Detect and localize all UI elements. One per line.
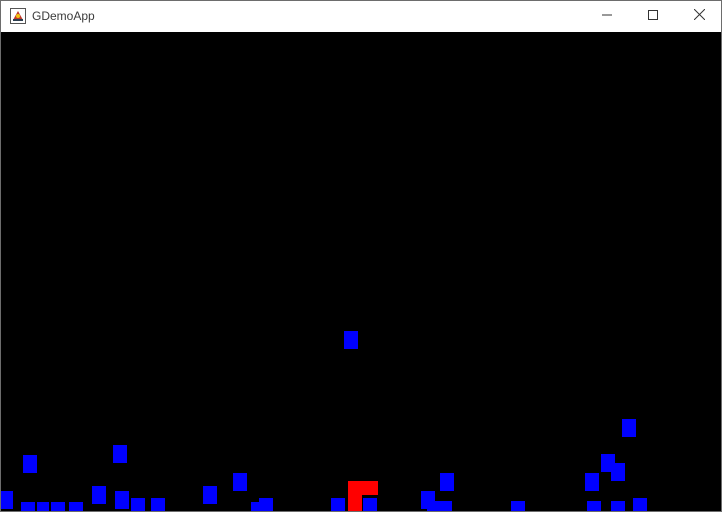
enemy-block	[259, 498, 273, 511]
enemy-block	[92, 486, 106, 504]
enemy-block	[203, 486, 217, 504]
enemy-block	[37, 502, 49, 511]
minimize-button[interactable]	[584, 1, 630, 31]
enemy-block	[1, 491, 13, 509]
maximize-button[interactable]	[630, 1, 676, 31]
enemy-block	[611, 501, 625, 511]
enemy-block	[23, 455, 37, 473]
enemy-block	[331, 498, 345, 511]
enemy-block	[21, 502, 35, 511]
enemy-block	[633, 498, 647, 511]
app-window: GDemoApp	[0, 0, 722, 512]
window-title: GDemoApp	[32, 9, 95, 23]
enemy-block	[440, 473, 454, 491]
enemy-block	[363, 498, 377, 511]
enemy-block	[233, 473, 247, 491]
enemy-block	[113, 445, 127, 463]
enemy-block	[69, 502, 83, 511]
enemy-block	[587, 501, 601, 511]
player-block	[348, 481, 362, 511]
enemy-block	[115, 491, 129, 509]
enemy-block	[611, 463, 625, 481]
enemy-block	[151, 498, 165, 511]
enemy-block	[51, 502, 65, 511]
close-icon	[693, 7, 705, 25]
close-button[interactable]	[676, 1, 721, 31]
enemy-block	[251, 502, 261, 511]
title-bar[interactable]: GDemoApp	[1, 1, 721, 31]
enemy-block	[344, 331, 358, 349]
java-app-icon[interactable]	[10, 8, 26, 24]
enemy-block	[131, 498, 145, 511]
maximize-icon	[648, 7, 658, 25]
enemy-block	[438, 501, 452, 511]
enemy-block	[585, 473, 599, 491]
minimize-icon	[602, 7, 612, 25]
enemy-block	[622, 419, 636, 437]
enemy-block	[511, 501, 525, 511]
game-canvas[interactable]	[1, 32, 721, 511]
